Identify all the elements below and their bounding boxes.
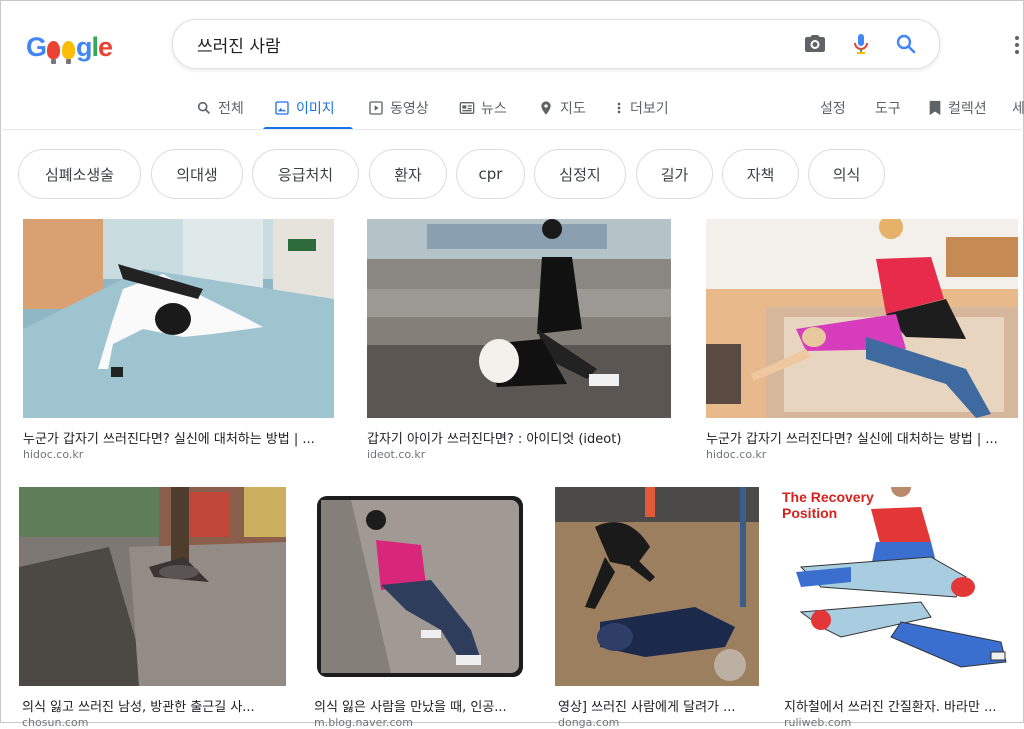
chip-label: 의대생 — [176, 165, 218, 184]
chip-consciousness[interactable]: 의식 — [808, 149, 885, 199]
tab-all[interactable]: 전체 — [196, 94, 244, 122]
tab-label: 동영상 — [390, 101, 429, 117]
domain-text: hidoc.co.kr — [23, 448, 84, 461]
result-image[interactable] — [555, 487, 759, 686]
logo-letter: e — [98, 32, 113, 62]
search-icon — [197, 101, 210, 114]
logo-letter: g — [76, 32, 92, 62]
tab-images[interactable]: 이미지 — [274, 94, 335, 122]
collections-label: 컬렉션 — [948, 101, 987, 117]
caption-text: 영상] 쓰러진 사람에게 달려가 ... — [558, 700, 736, 715]
chip-cardiac-arrest[interactable]: 심정지 — [534, 149, 626, 199]
chip-label: 의식 — [832, 165, 861, 184]
chip-cpr[interactable]: cpr — [456, 149, 525, 199]
google-logo[interactable]: G g l e — [26, 27, 113, 64]
result-image[interactable] — [311, 490, 529, 683]
domain-text: ideot.co.kr — [367, 448, 426, 461]
bulb-icon — [47, 41, 61, 64]
result-image[interactable] — [19, 487, 286, 686]
result-caption[interactable]: 누군가 갑자기 쓰러진다면? 실신에 대처하는 방법 | ... — [23, 428, 338, 447]
caption-text: 누군가 갑자기 쓰러진다면? 실신에 대처하는 방법 | ... — [706, 432, 998, 447]
map-pin-icon — [541, 101, 551, 115]
image-icon — [275, 101, 289, 115]
tab-label: 더보기 — [630, 101, 669, 117]
result-caption[interactable]: 영상] 쓰러진 사람에게 달려가 ... — [558, 696, 762, 715]
collections-link[interactable]: 컬렉션 — [928, 94, 987, 122]
search-box[interactable] — [172, 19, 940, 69]
caption-text: 갑자기 아이가 쓰러진다면? : 아이디엇 (ideot) — [367, 432, 622, 447]
result-caption[interactable]: 의식 잃은 사람을 만났을 때, 인공... — [314, 696, 532, 715]
overflow-label: 세 — [1012, 101, 1024, 117]
tools-label: 도구 — [875, 101, 901, 117]
chip-label: 길가 — [660, 165, 689, 184]
apps-menu-icon[interactable] — [1015, 36, 1019, 57]
result-image[interactable] — [706, 219, 1018, 418]
news-icon — [459, 102, 475, 114]
result-domain: ideot.co.kr — [367, 448, 425, 461]
tools-link[interactable]: 도구 — [875, 94, 901, 122]
chip-medical-student[interactable]: 의대생 — [151, 149, 243, 199]
domain-text: hidoc.co.kr — [706, 448, 767, 461]
camera-icon[interactable] — [803, 32, 827, 56]
bookmark-icon — [929, 100, 941, 116]
more-icon — [617, 102, 621, 114]
caption-text: 의식 잃은 사람을 만났을 때, 인공... — [314, 700, 507, 715]
chip-label: 응급처치 — [277, 165, 334, 184]
result-caption[interactable]: 누군가 갑자기 쓰러진다면? 실신에 대처하는 방법 | ... — [706, 428, 1020, 447]
result-image[interactable]: The Recovery Position — [781, 487, 1021, 686]
chip-self-blame[interactable]: 자책 — [722, 149, 799, 199]
search-input[interactable] — [195, 30, 799, 58]
result-image[interactable] — [23, 219, 334, 418]
caption-text: 의식 잃고 쓰러진 남성, 방관한 출근길 사... — [22, 700, 255, 715]
tab-more[interactable]: 더보기 — [614, 94, 669, 122]
caption-text: 누군가 갑자기 쓰러진다면? 실신에 대처하는 방법 | ... — [23, 432, 315, 447]
result-caption[interactable]: 지하철에서 쓰러진 간질환자. 바라만 ... — [784, 696, 1020, 715]
logo-letter: G — [26, 32, 47, 62]
result-domain: hidoc.co.kr — [23, 448, 83, 461]
search-icon[interactable] — [894, 32, 918, 56]
mic-icon[interactable] — [849, 32, 873, 56]
chip-patient[interactable]: 환자 — [369, 149, 447, 199]
tab-label: 지도 — [560, 101, 586, 117]
chip-label: 자책 — [746, 165, 775, 184]
caption-text: 지하철에서 쓰러진 간질환자. 바라만 ... — [784, 700, 997, 715]
result-caption[interactable]: 갑자기 아이가 쓰러진다면? : 아이디엇 (ideot) — [367, 428, 671, 447]
result-caption[interactable]: 의식 잃고 쓰러진 남성, 방관한 출근길 사... — [22, 696, 290, 715]
tab-label: 뉴스 — [481, 101, 507, 117]
chip-label: 심폐소생술 — [44, 165, 114, 184]
chip-roadside[interactable]: 길가 — [636, 149, 713, 199]
result-image[interactable] — [367, 219, 671, 418]
search-tabs: 전체 이미지 동영상 뉴스 지도 더보기 설정 도구 컬렉션 세 — [0, 86, 1024, 130]
tab-label: 이미지 — [296, 101, 335, 117]
header-divider — [0, 129, 1024, 130]
chip-label: cpr — [478, 165, 503, 183]
tab-label: 전체 — [218, 101, 244, 117]
chip-label: 심정지 — [559, 165, 601, 184]
chip-cpr-korean[interactable]: 심폐소생술 — [18, 149, 141, 199]
result-domain: hidoc.co.kr — [706, 448, 766, 461]
settings-link[interactable]: 설정 — [820, 94, 846, 122]
chip-first-aid[interactable]: 응급처치 — [252, 149, 359, 199]
settings-label: 설정 — [820, 101, 846, 117]
tab-videos[interactable]: 동영상 — [368, 94, 429, 122]
tab-news[interactable]: 뉴스 — [459, 94, 507, 122]
bulb-icon — [62, 41, 76, 64]
overflow-tab[interactable]: 세 — [1012, 94, 1024, 122]
chip-label: 환자 — [394, 165, 422, 184]
video-icon — [369, 101, 383, 115]
tab-maps[interactable]: 지도 — [538, 94, 586, 122]
